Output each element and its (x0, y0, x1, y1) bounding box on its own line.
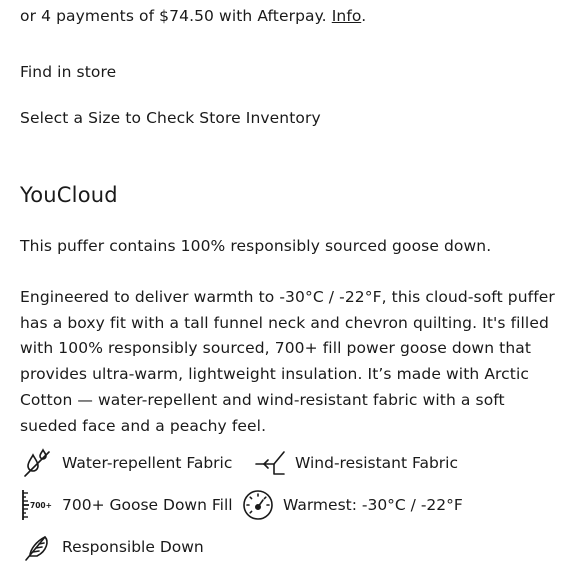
find-in-store-link[interactable]: Find in store (20, 63, 116, 81)
feature-responsible-down: Responsible Down (20, 530, 204, 564)
feature-label: Responsible Down (62, 538, 204, 556)
feature-water-repellent: Water-repellent Fabric (20, 446, 232, 480)
afterpay-info-link[interactable]: Info (332, 7, 361, 25)
feature-label: Warmest: -30°C / -22°F (283, 496, 463, 514)
feature-label: Water-repellent Fabric (62, 454, 233, 472)
feather-icon (20, 530, 54, 564)
product-title: YouCloud (20, 183, 118, 207)
feature-label: Wind-resistant Fabric (295, 454, 459, 472)
store-inventory-prompt: Select a Size to Check Store Inventory (20, 109, 321, 127)
afterpay-suffix: . (361, 7, 367, 25)
gauge-icon (241, 488, 275, 522)
svg-text:700+: 700+ (30, 501, 52, 510)
feature-warmest: Warmest: -30°C / -22°F (241, 488, 463, 522)
fill-power-icon: 700+ (20, 488, 54, 522)
feature-wind-resistant: Wind-resistant Fabric (253, 446, 458, 480)
afterpay-text: or 4 payments of $74.50 with Afterpay. (20, 7, 332, 25)
wind-icon (253, 446, 287, 480)
feature-down-fill: 700+ 700+ Goose Down Fill (20, 488, 233, 522)
product-summary: This puffer contains 100% responsibly so… (20, 237, 492, 255)
feature-label: 700+ Goose Down Fill (62, 496, 233, 514)
water-drop-icon (20, 446, 54, 480)
product-description: Engineered to deliver warmth to -30°C / … (20, 288, 555, 435)
afterpay-line: or 4 payments of $74.50 with Afterpay. I… (20, 7, 366, 25)
